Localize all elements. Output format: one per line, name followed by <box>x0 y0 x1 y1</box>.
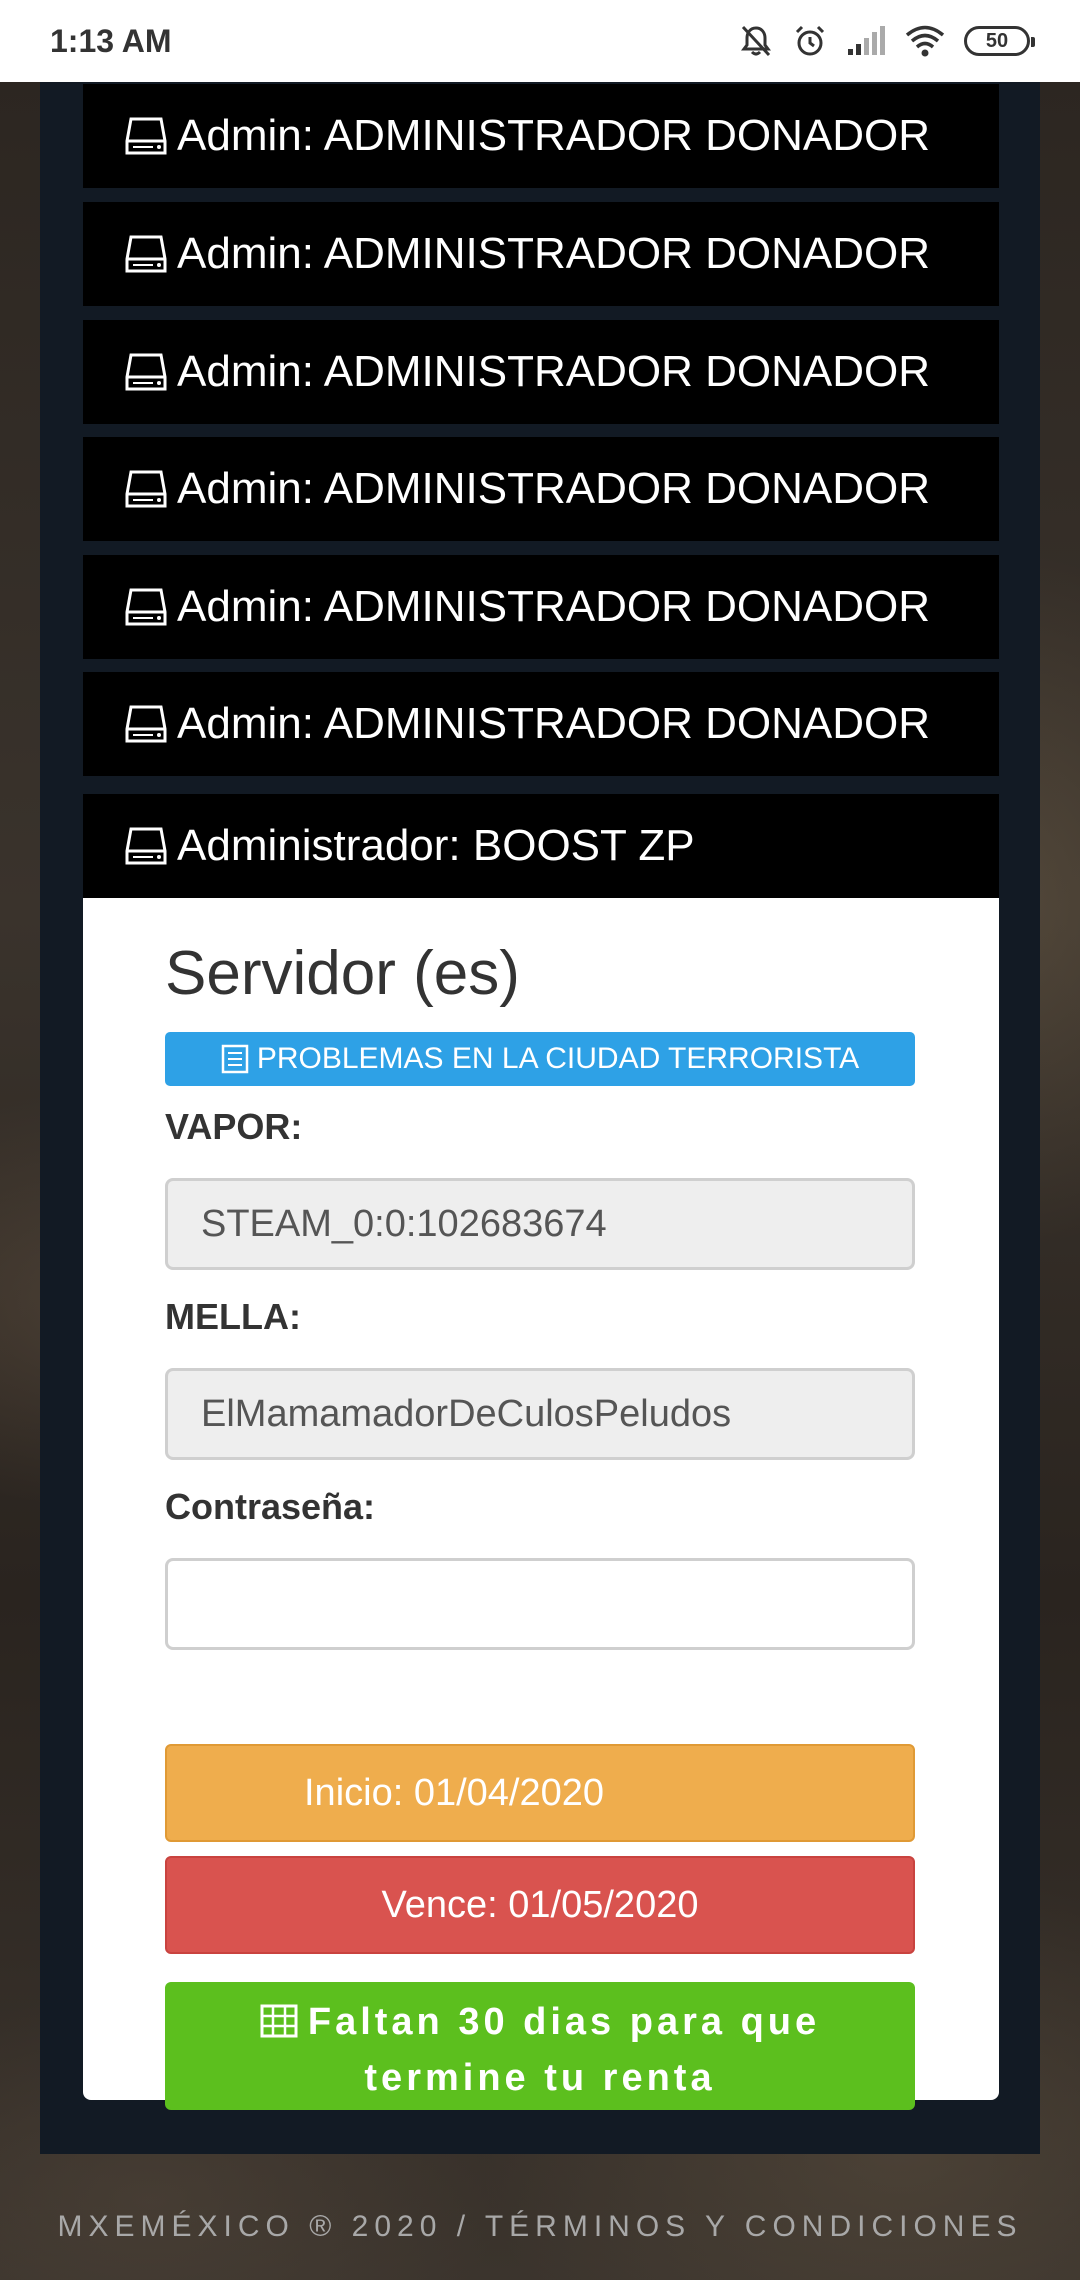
status-time: 1:13 AM <box>50 22 172 59</box>
hdd-icon <box>123 823 169 869</box>
remaining-line-2: termine tu renta <box>364 2057 716 2099</box>
admin-item-label: Admin: ADMINISTRADOR DONADOR <box>177 699 930 748</box>
status-bar: 1:13 AM 50 <box>0 0 1080 82</box>
admin-item-label: Admin: ADMINISTRADOR DONADOR <box>177 464 930 513</box>
rental-detail-card: Servidor (es) PROBLEMAS EN LA CIUDAD TER… <box>83 898 999 2110</box>
hdd-icon <box>123 349 169 395</box>
signal-icon <box>848 26 885 55</box>
mute-bell-icon <box>741 25 771 57</box>
server-name: PROBLEMAS EN LA CIUDAD TERRORISTA <box>256 1042 860 1075</box>
hdd-icon <box>123 113 169 159</box>
remaining-days-button[interactable]: Faltan 30 dias para que termine tu renta <box>165 1982 915 2110</box>
alarm-icon <box>795 25 825 56</box>
hdd-icon <box>123 584 169 630</box>
admin-item-label: Admin: ADMINISTRADOR DONADOR <box>177 111 930 160</box>
admin-item-expanded[interactable]: Administrador: BOOST ZP <box>83 794 999 898</box>
steam-label: VAPOR: <box>165 1106 303 1147</box>
admin-item-label: Admin: ADMINISTRADOR DONADOR <box>177 582 930 631</box>
list-icon <box>221 1044 249 1074</box>
page-title: Servidor (es) <box>165 939 520 1008</box>
status-icons: 50 <box>738 23 1035 59</box>
admin-item-label: Administrador: BOOST ZP <box>177 821 695 870</box>
admin-item[interactable]: Admin: ADMINISTRADOR DONADOR <box>83 555 999 659</box>
remaining-line-1: Faltan 30 dias para que <box>307 2001 821 2043</box>
password-field[interactable] <box>165 1558 915 1650</box>
table-icon <box>260 2004 298 2038</box>
password-label: Contraseña: <box>165 1486 376 1527</box>
footer[interactable]: MXEMÉXICO ® 2020 / TÉRMINOS Y CONDICIONE… <box>0 2210 1080 2244</box>
nick-label: MELLA: <box>165 1296 301 1337</box>
admin-item-label: Admin: ADMINISTRADOR DONADOR <box>177 347 930 396</box>
admin-item[interactable]: Admin: ADMINISTRADOR DONADOR <box>83 320 999 424</box>
admin-item[interactable]: Admin: ADMINISTRADOR DONADOR <box>83 84 999 188</box>
battery-indicator: 50 <box>964 26 1035 56</box>
admin-item[interactable]: Admin: ADMINISTRADOR DONADOR <box>83 672 999 776</box>
steam-id-field[interactable] <box>165 1178 915 1270</box>
wifi-icon <box>905 25 945 57</box>
server-badge: PROBLEMAS EN LA CIUDAD TERRORISTA <box>165 1032 915 1086</box>
admin-item-label: Admin: ADMINISTRADOR DONADOR <box>177 229 930 278</box>
start-date-badge: Inicio: 01/04/2020 <box>165 1744 915 1842</box>
hdd-icon <box>123 701 169 747</box>
admin-item[interactable]: Admin: ADMINISTRADOR DONADOR <box>83 437 999 541</box>
admin-item[interactable]: Admin: ADMINISTRADOR DONADOR <box>83 202 999 306</box>
hdd-icon <box>123 466 169 512</box>
hdd-icon <box>123 231 169 277</box>
rental-panel: Admin: ADMINISTRADOR DONADOR Admin: ADMI… <box>40 82 1040 2154</box>
nick-field[interactable] <box>165 1368 915 1460</box>
end-date-badge: Vence: 01/05/2020 <box>165 1856 915 1954</box>
